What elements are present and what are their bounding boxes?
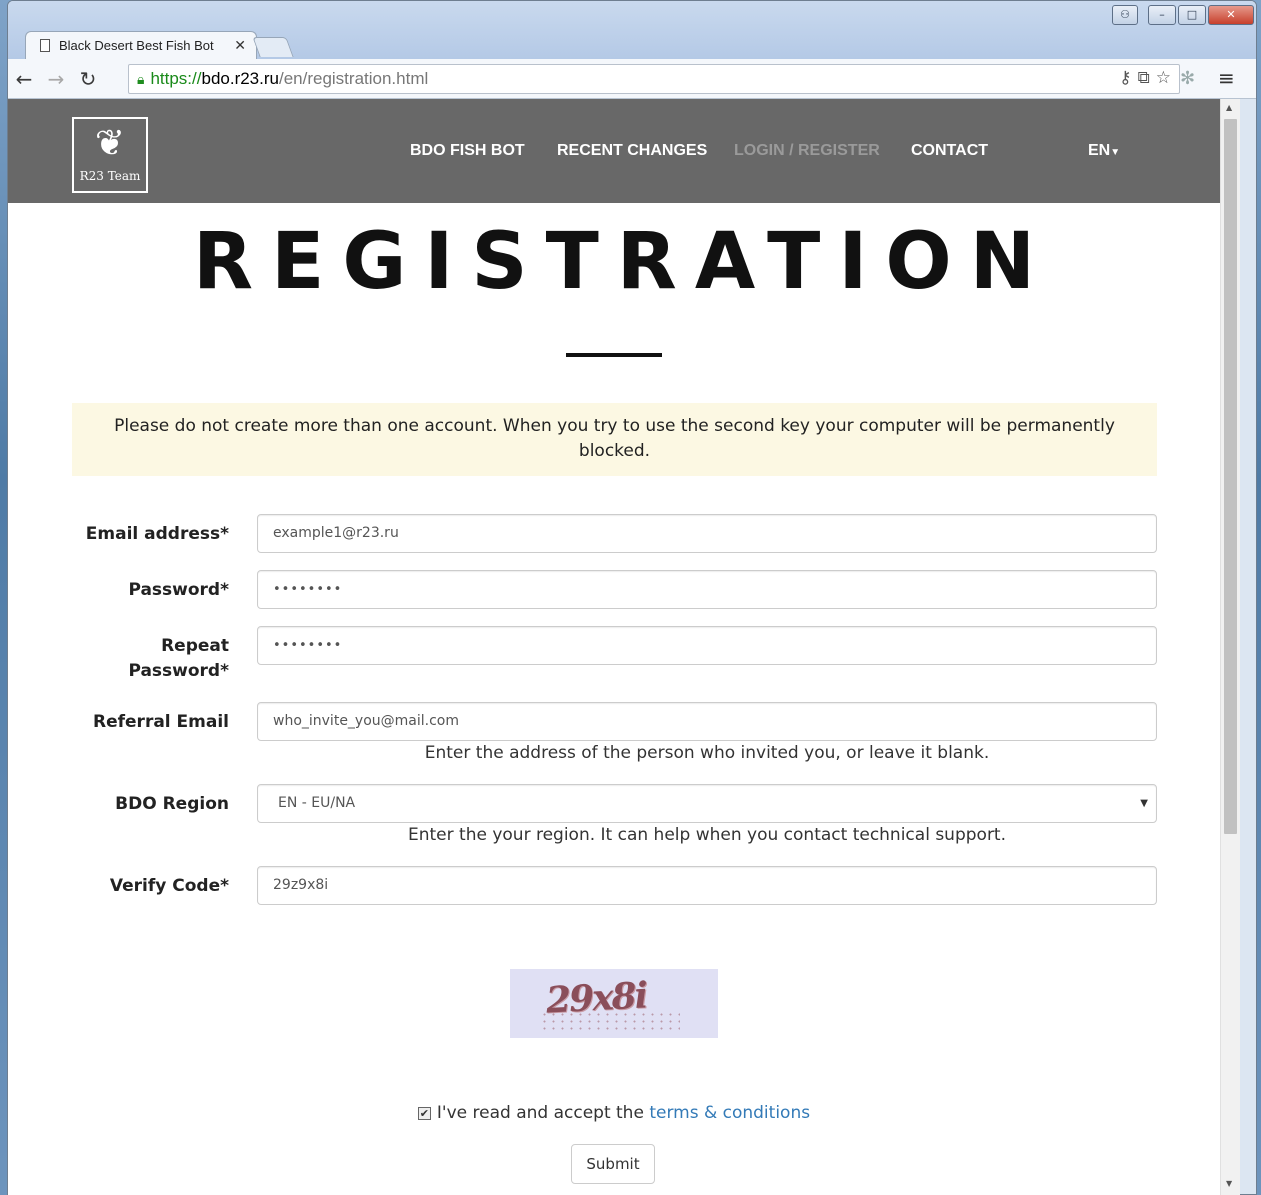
password-field[interactable]: •••••••• — [257, 570, 1157, 609]
caret-down-icon: ▼ — [1110, 147, 1121, 158]
new-tab-button[interactable] — [252, 37, 294, 57]
email-field[interactable]: example1@r23.ru — [257, 514, 1157, 553]
repeat-label-line1: Repeat — [161, 636, 229, 656]
url-path: /en/registration.html — [278, 69, 429, 88]
scroll-up-icon[interactable]: ▲ — [1226, 103, 1232, 112]
key-icon[interactable]: ⚷ — [1119, 68, 1131, 88]
repeat-password-field[interactable]: •••••••• — [257, 626, 1157, 665]
referral-help-text: Enter the address of the person who invi… — [424, 743, 990, 763]
verify-code-field[interactable]: 29z9x8i — [257, 866, 1157, 905]
region-label: BDO Region — [115, 794, 229, 814]
terms-link[interactable]: terms & conditions — [649, 1103, 810, 1123]
repeat-password-label: Repeat Password* — [128, 634, 229, 684]
nav-item-contact[interactable]: CONTACT — [911, 142, 988, 160]
page-icon — [40, 39, 50, 52]
region-help-text: Enter the your region. It can help when … — [408, 825, 1006, 845]
address-bar-icons: ⚷ ⧉ ☆ — [1119, 68, 1171, 88]
url-scheme: https:// — [150, 69, 202, 88]
captcha-image[interactable]: 29x8i — [510, 969, 718, 1038]
password-label: Password* — [128, 580, 229, 600]
translate-icon[interactable]: ⧉ — [1138, 68, 1150, 88]
nav-item-recent-changes[interactable]: RECENT CHANGES — [557, 142, 707, 160]
terms-row: ✔ I've read and accept the terms & condit… — [8, 1103, 1220, 1123]
address-bar[interactable]: 🔒︎ https://bdo.r23.ru/en/registration.ht… — [128, 64, 1180, 94]
repeat-label-line2: Password* — [128, 661, 229, 681]
site-header: ❦ R23 Team BDO FISH BOT RECENT CHANGES L… — [8, 99, 1220, 203]
page-viewport: ❦ R23 Team BDO FISH BOT RECENT CHANGES L… — [8, 99, 1220, 1195]
browser-toolbar: ← → ↻ 🔒︎ https://bdo.r23.ru/en/registrat… — [8, 59, 1256, 99]
warning-notice: Please do not create more than one accou… — [72, 403, 1157, 476]
browser-menu-icon[interactable]: ≡ — [1218, 66, 1235, 90]
bookmark-star-icon[interactable]: ☆ — [1156, 68, 1171, 88]
scroll-thumb[interactable] — [1224, 119, 1237, 834]
referral-label: Referral Email — [93, 712, 229, 732]
window-titlebar: ⚇ – □ ✕ Black Desert Best Fish Bot ✕ — [8, 1, 1256, 59]
nav-item-fish-bot[interactable]: BDO FISH BOT — [410, 142, 525, 160]
captcha-noise — [540, 1011, 680, 1031]
scroll-down-icon[interactable]: ▼ — [1226, 1179, 1232, 1188]
window-controls: ⚇ – □ ✕ — [1112, 5, 1254, 27]
language-dropdown[interactable]: EN▼ — [1088, 142, 1120, 160]
browser-tab[interactable]: Black Desert Best Fish Bot ✕ — [25, 31, 257, 59]
select-caret-icon: ▼ — [1140, 798, 1148, 809]
extension-paw-icon[interactable]: ✻ — [1180, 68, 1195, 89]
forward-button[interactable]: → — [40, 67, 72, 91]
region-select[interactable]: EN - EU/NA ▼ — [257, 784, 1157, 823]
url-host: bdo.r23.ru — [201, 69, 279, 88]
referral-email-field[interactable]: who_invite_you@mail.com — [257, 702, 1157, 741]
page-title: REGISTRATION — [193, 217, 1053, 307]
close-window-button[interactable]: ✕ — [1208, 5, 1254, 25]
language-label: EN — [1088, 142, 1111, 159]
tab-title: Black Desert Best Fish Bot — [59, 38, 214, 53]
user-profile-icon[interactable]: ⚇ — [1112, 5, 1138, 25]
title-divider — [566, 353, 662, 357]
email-label: Email address* — [85, 524, 229, 544]
reload-button[interactable]: ↻ — [72, 67, 104, 91]
region-selected-value: EN - EU/NA — [278, 795, 356, 811]
minimize-button[interactable]: – — [1148, 5, 1176, 25]
nav-item-login-register[interactable]: LOGIN / REGISTER — [734, 142, 880, 160]
lock-icon: 🔒︎ — [137, 70, 145, 87]
tab-close-icon[interactable]: ✕ — [234, 38, 246, 54]
page-scrollbar[interactable]: ▲ ▼ — [1220, 99, 1240, 1195]
maximize-button[interactable]: □ — [1178, 5, 1206, 25]
main-nav: BDO FISH BOT RECENT CHANGES LOGIN / REGI… — [8, 99, 1220, 203]
back-button[interactable]: ← — [8, 67, 40, 91]
verify-code-label: Verify Code* — [109, 876, 229, 896]
terms-checkbox[interactable]: ✔ — [417, 1107, 431, 1120]
submit-button[interactable]: Submit — [571, 1144, 655, 1184]
terms-prefix: I've read and accept the — [436, 1103, 650, 1123]
